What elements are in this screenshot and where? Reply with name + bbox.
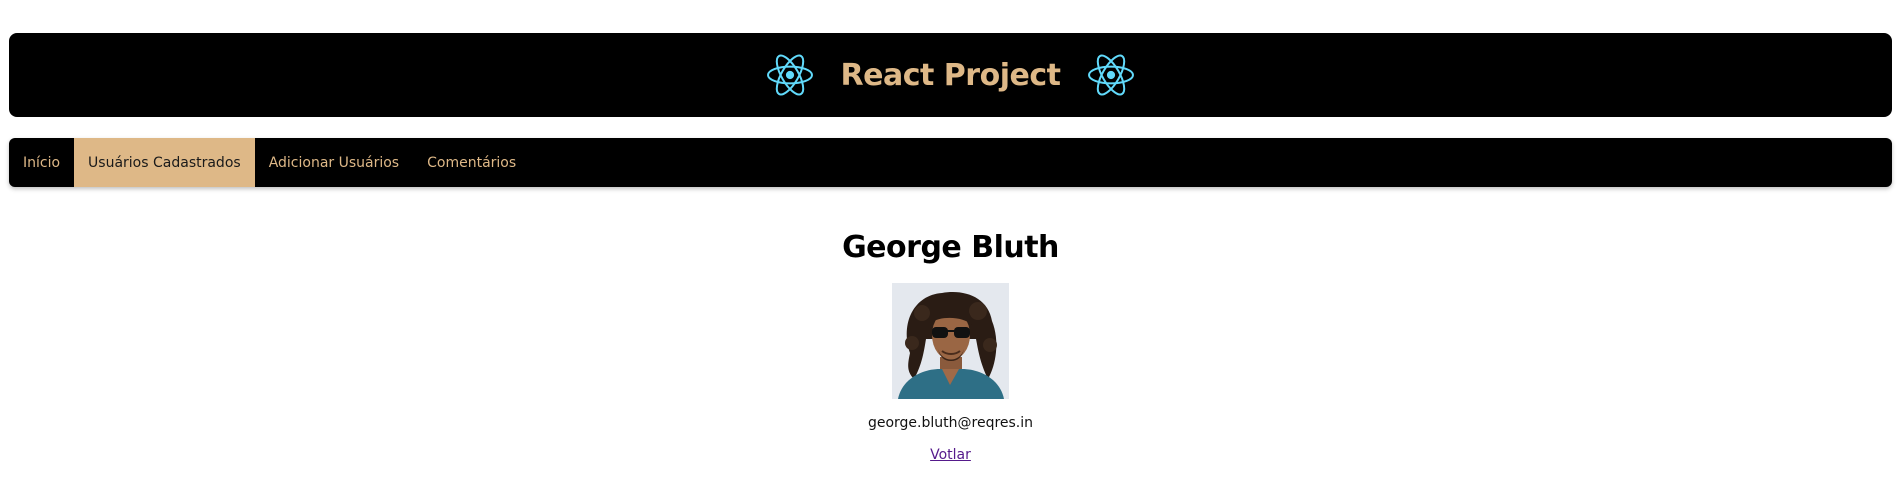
header-inner: React Project: [766, 52, 1135, 98]
nav-item-usuarios-cadastrados[interactable]: Usuários Cadastrados: [74, 138, 255, 187]
app-header: React Project: [9, 33, 1892, 117]
user-name: George Bluth: [842, 230, 1059, 265]
page: React Project Início Usuários Cadastrado…: [0, 0, 1901, 478]
user-avatar: [892, 283, 1009, 399]
nav-item-comentarios[interactable]: Comentários: [413, 138, 530, 187]
nav-item-inicio[interactable]: Início: [9, 138, 74, 187]
nav-item-adicionar-usuarios[interactable]: Adicionar Usuários: [255, 138, 413, 187]
app-title: React Project: [840, 57, 1061, 93]
user-email: george.bluth@reqres.in: [867, 415, 1034, 431]
react-logo-icon: [766, 54, 813, 96]
back-link[interactable]: Votlar: [930, 447, 971, 463]
react-logo-icon: [1088, 54, 1135, 96]
main-nav: Início Usuários Cadastrados Adicionar Us…: [9, 138, 1892, 187]
user-detail: George Bluth george.bluth@reqres.in Votl…: [0, 225, 1901, 463]
